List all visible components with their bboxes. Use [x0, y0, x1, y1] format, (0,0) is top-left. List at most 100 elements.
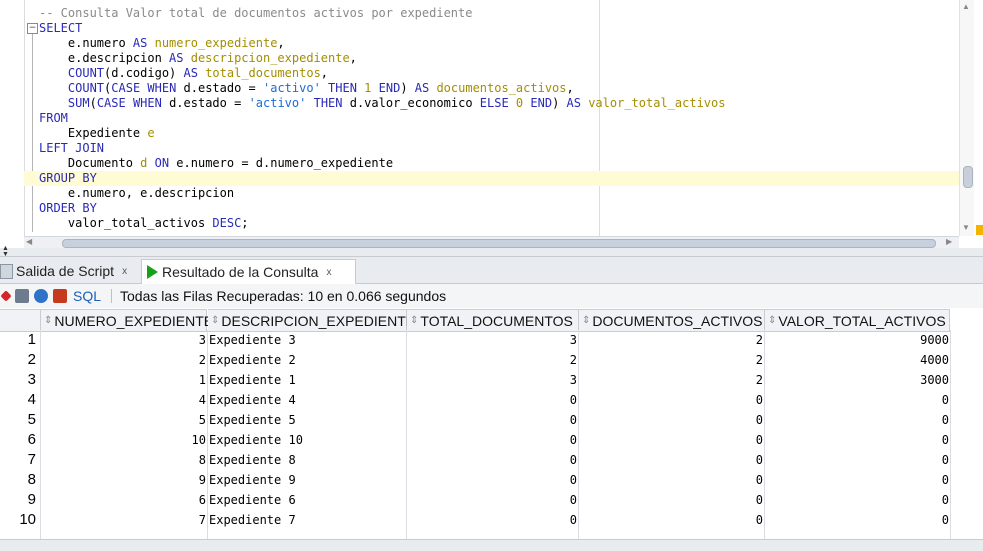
table-cell[interactable]: 3 [41, 330, 206, 350]
code-line[interactable]: SUM(CASE WHEN d.estado = 'activo' THEN d… [39, 96, 959, 111]
table-cell[interactable]: 0 [766, 450, 949, 470]
table-row[interactable]: 6 10 Expediente 10 0 0 0 [0, 430, 983, 450]
table-row[interactable]: 5 5 Expediente 5000 [0, 410, 983, 430]
table-cell[interactable]: 0 [580, 430, 763, 450]
table-cell[interactable]: 2 [580, 350, 763, 370]
table-row[interactable]: 9 6 Expediente 6000 [0, 490, 983, 510]
table-cell[interactable]: 0 [408, 490, 577, 510]
table-row[interactable]: 8 9 Expediente 9000 [0, 470, 983, 490]
table-cell[interactable]: 8 [41, 450, 206, 470]
code-line[interactable]: ORDER BY [39, 201, 959, 216]
code-line[interactable]: e.numero, e.descripcion [39, 186, 959, 201]
tab-query-result[interactable]: Resultado de la Consulta x [141, 259, 356, 284]
scroll-up-icon[interactable]: ▲ [962, 2, 970, 11]
code-line[interactable]: e.descripcion AS descripcion_expediente, [39, 51, 959, 66]
table-cell[interactable]: 0 [580, 450, 763, 470]
table-cell[interactable]: Expediente 5 [209, 410, 405, 430]
vertical-scroll-thumb[interactable] [963, 166, 973, 188]
code-line[interactable]: LEFT JOIN [39, 141, 959, 156]
table-cell[interactable]: Expediente 9 [209, 470, 405, 490]
close-icon[interactable]: x [326, 267, 331, 278]
table-cell[interactable]: 2 [580, 330, 763, 350]
table-cell[interactable]: 7 [41, 510, 206, 530]
scroll-down-icon[interactable]: ▼ [962, 223, 970, 232]
table-cell[interactable]: 0 [408, 470, 577, 490]
table-cell[interactable]: 1 [41, 370, 206, 390]
table-cell[interactable]: Expediente 3 [209, 330, 405, 350]
collapse-icon[interactable]: − [27, 23, 38, 34]
sort-icon[interactable]: ⇕ [410, 315, 418, 326]
table-cell[interactable]: 0 [580, 510, 763, 530]
code-line[interactable]: valor_total_activos DESC; [39, 216, 959, 231]
sort-icon[interactable]: ⇕ [582, 315, 590, 326]
table-cell[interactable]: 6 [41, 490, 206, 510]
table-cell[interactable]: Expediente 6 [209, 490, 405, 510]
table-cell[interactable]: 5 [41, 410, 206, 430]
panel-splitter[interactable]: ▲ ▼ [0, 245, 983, 258]
table-cell[interactable]: 3000 [766, 370, 949, 390]
code-line[interactable]: GROUP BY [24, 171, 959, 186]
table-cell[interactable]: 0 [766, 430, 949, 450]
print-icon[interactable] [15, 289, 29, 303]
table-cell[interactable]: 4000 [766, 350, 949, 370]
table-cell[interactable]: 2 [580, 370, 763, 390]
refresh-icon[interactable] [34, 289, 48, 303]
table-cell[interactable]: 0 [766, 490, 949, 510]
table-cell[interactable]: 2 [408, 350, 577, 370]
table-cell[interactable]: 4 [41, 390, 206, 410]
table-cell[interactable]: 9000 [766, 330, 949, 350]
column-header[interactable]: ⇕ NUMERO_EXPEDIENTE [41, 309, 213, 332]
table-cell[interactable]: 0 [408, 390, 577, 410]
close-icon[interactable]: x [122, 266, 127, 277]
vertical-scrollbar[interactable]: ▲ ▼ [959, 0, 974, 236]
table-cell[interactable]: 10 [41, 430, 206, 450]
sql-code[interactable]: -- Consulta Valor total de documentos ac… [24, 6, 959, 231]
table-cell[interactable]: 3 [408, 330, 577, 350]
pin-icon[interactable] [0, 290, 12, 302]
table-cell[interactable]: 0 [580, 490, 763, 510]
delete-icon[interactable] [53, 289, 67, 303]
column-header[interactable]: ⇕ VALOR_TOTAL_ACTIVOS [765, 309, 950, 332]
code-line[interactable]: COUNT(CASE WHEN d.estado = 'activo' THEN… [39, 81, 959, 96]
table-cell[interactable]: 0 [580, 390, 763, 410]
table-cell[interactable]: Expediente 8 [209, 450, 405, 470]
table-cell[interactable]: Expediente 1 [209, 370, 405, 390]
column-header[interactable]: ⇕ DESCRIPCION_EXPEDIENTE [208, 309, 415, 332]
code-line[interactable]: COUNT(d.codigo) AS total_documentos, [39, 66, 959, 81]
table-row[interactable]: 2 2 Expediente 2 2 2 4000 [0, 350, 983, 370]
sort-icon[interactable]: ⇕ [768, 315, 776, 326]
sort-icon[interactable]: ⇕ [211, 315, 219, 326]
code-line[interactable]: e.numero AS numero_expediente, [39, 36, 959, 51]
table-row[interactable]: 3 1 Expediente 1 3 2 3000 [0, 370, 983, 390]
table-cell[interactable]: 0 [580, 470, 763, 490]
table-cell[interactable]: Expediente 4 [209, 390, 405, 410]
table-cell[interactable]: 0 [408, 410, 577, 430]
code-line[interactable]: Expediente e [39, 126, 959, 141]
table-row[interactable]: 7 8 Expediente 8000 [0, 450, 983, 470]
table-cell[interactable]: 0 [408, 430, 577, 450]
horizontal-scroll-thumb[interactable] [62, 239, 936, 248]
table-cell[interactable]: 0 [766, 410, 949, 430]
table-cell[interactable]: 0 [408, 450, 577, 470]
code-line[interactable]: FROM [39, 111, 959, 126]
table-cell[interactable]: 0 [580, 410, 763, 430]
table-cell[interactable]: 0 [766, 470, 949, 490]
code-line[interactable]: SELECT [39, 21, 959, 36]
tab-script-output[interactable]: Salida de Script x [0, 259, 140, 283]
table-cell[interactable]: Expediente 10 [209, 430, 405, 450]
table-row[interactable]: 10 7 Expediente 7000 [0, 510, 983, 530]
table-cell[interactable]: 9 [41, 470, 206, 490]
code-line[interactable]: Documento d ON e.numero = d.numero_exped… [39, 156, 959, 171]
results-grid[interactable]: ⇕ NUMERO_EXPEDIENTE ⇕ DESCRIPCION_EXPEDIENT… [0, 309, 983, 539]
table-cell[interactable]: Expediente 2 [209, 350, 405, 370]
table-row[interactable]: 4 4 Expediente 4000 [0, 390, 983, 410]
sql-editor[interactable]: − -- Consulta Valor total de documentos … [0, 0, 983, 249]
column-header[interactable]: ⇕ TOTAL_DOCUMENTOS [407, 309, 579, 332]
table-cell[interactable]: 0 [766, 390, 949, 410]
code-line[interactable]: -- Consulta Valor total de documentos ac… [39, 6, 959, 21]
table-cell[interactable]: Expediente 7 [209, 510, 405, 530]
scroll-right-icon[interactable]: ▶ [946, 237, 952, 246]
sql-button[interactable]: SQL [73, 288, 101, 304]
table-cell[interactable]: 0 [766, 510, 949, 530]
scroll-left-icon[interactable]: ◀ [26, 237, 32, 246]
